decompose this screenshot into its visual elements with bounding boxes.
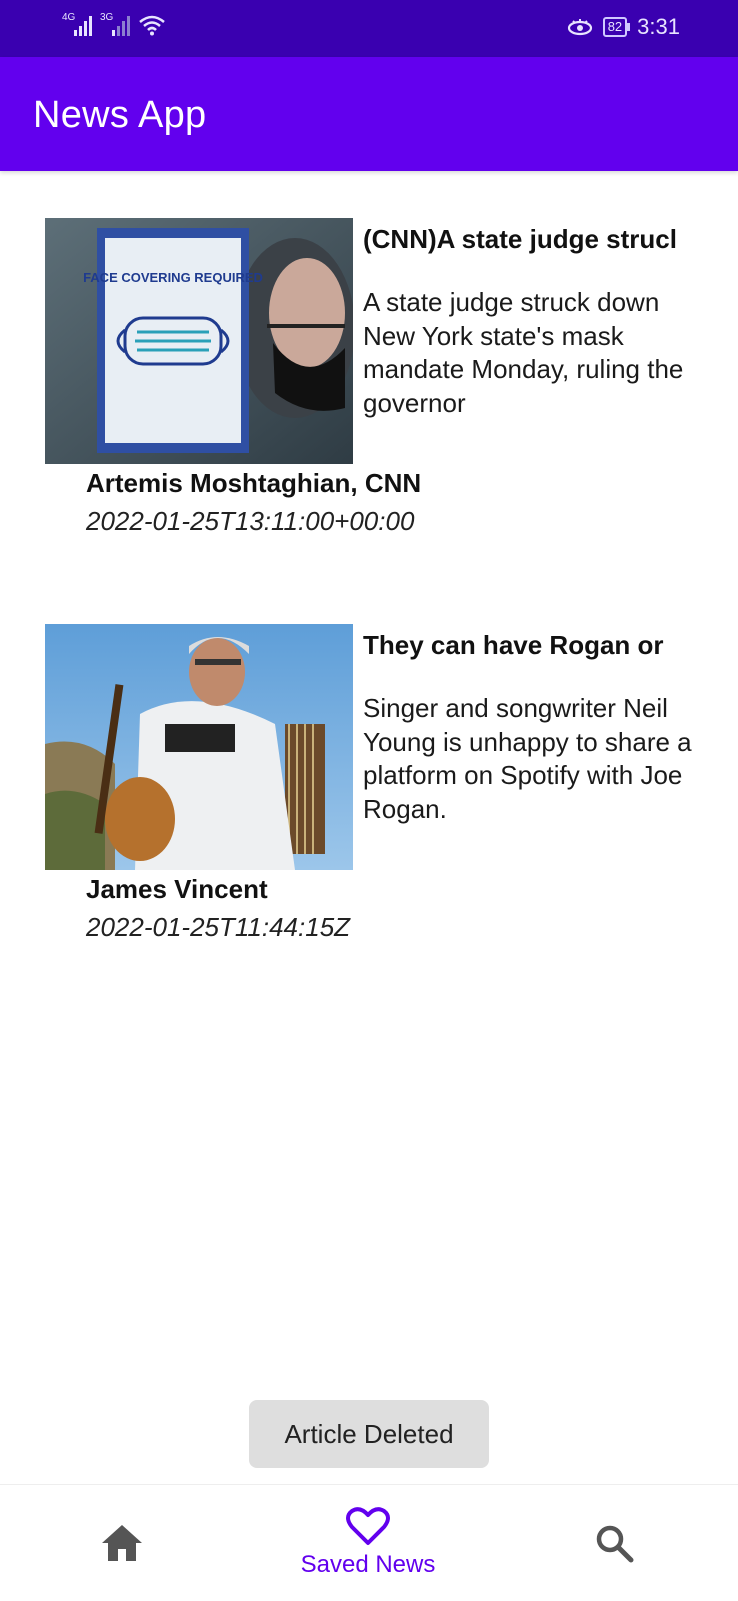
article-thumbnail <box>45 624 353 870</box>
article-date: 2022-01-25T11:44:15Z <box>86 912 351 942</box>
app-bar: News App <box>0 57 738 171</box>
eye-comfort-icon <box>567 19 592 36</box>
article-source: Artemis Moshtaghian, CNN <box>86 468 422 498</box>
app-title: News App <box>33 94 207 136</box>
nav-home[interactable] <box>82 1485 162 1601</box>
signal-indicators: 4G 3G <box>62 12 166 36</box>
article-title: (CNN)A state judge strucl <box>363 224 677 254</box>
nav-search[interactable] <box>574 1485 654 1601</box>
signal-icon-secondary: 3G <box>100 12 130 36</box>
article-card[interactable]: They can have Rogan or Singer and songwr… <box>0 624 738 944</box>
bottom-navigation: Saved News <box>0 1484 738 1601</box>
status-bar: 4G 3G 82 3:31 <box>0 0 738 57</box>
home-icon <box>102 1525 142 1561</box>
nav-saved-news-label: Saved News <box>300 1551 436 1578</box>
heart-icon <box>346 1507 390 1545</box>
wifi-icon <box>139 15 165 36</box>
article-source: James Vincent <box>86 874 268 904</box>
search-icon <box>596 1525 634 1563</box>
article-description: Singer and songwriter Neil Young is unha… <box>363 693 692 824</box>
article-deleted-toast: Article Deleted <box>249 1400 489 1468</box>
network-type-label-secondary: 3G <box>100 12 114 23</box>
article-description: A state judge struck down New York state… <box>363 287 684 418</box>
image-sign-text: FACE COVERING REQUIRED <box>83 270 263 285</box>
article-title: They can have Rogan or <box>363 630 664 660</box>
status-right: 82 3:31 <box>567 14 680 40</box>
article-thumbnail: FACE COVERING REQUIRED <box>45 218 353 464</box>
nav-saved-news[interactable]: Saved News <box>268 1485 468 1601</box>
article-card[interactable]: FACE COVERING REQUIRED (CNN)A state judg… <box>0 218 738 538</box>
battery-indicator: 82 <box>602 17 631 37</box>
network-type-label: 4G <box>62 12 76 23</box>
signal-icon: 4G <box>62 12 92 36</box>
clock: 3:31 <box>637 14 680 39</box>
article-date: 2022-01-25T13:11:00+00:00 <box>86 506 415 536</box>
